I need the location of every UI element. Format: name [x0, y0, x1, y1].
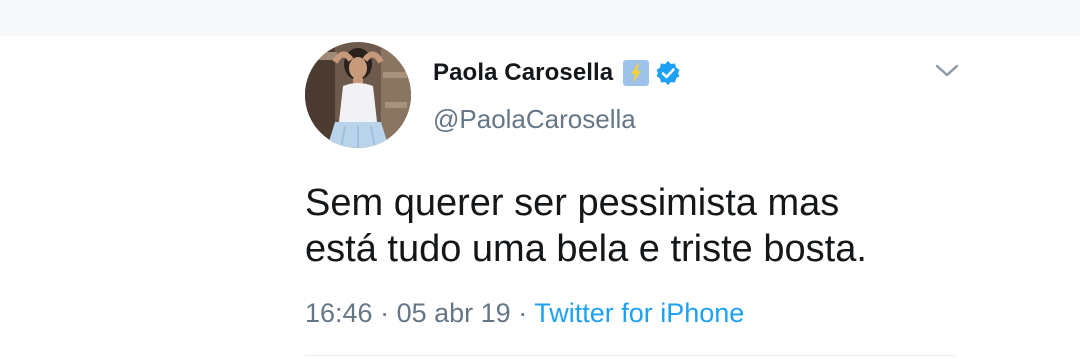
display-name-row: Paola Carosella [433, 56, 681, 90]
tweet-date[interactable]: 05 abr 19 [397, 298, 511, 328]
tweet-text: Sem querer ser pessimista mas está tudo … [305, 180, 1005, 272]
meta-separator: · [518, 298, 528, 328]
handle[interactable]: @PaolaCarosella [433, 104, 636, 135]
top-strip [0, 0, 1080, 36]
chevron-down-icon[interactable] [934, 60, 960, 80]
meta-separator: · [380, 298, 390, 328]
divider [305, 355, 955, 356]
tweet-source-link[interactable]: Twitter for iPhone [534, 298, 744, 328]
verified-badge-icon [655, 60, 681, 86]
display-name[interactable]: Paola Carosella [433, 59, 613, 87]
high-voltage-emoji-icon [623, 60, 650, 86]
tweet-text-line: Sem querer ser pessimista mas [305, 182, 840, 224]
tweet-meta: 16:46 · 05 abr 19 · Twitter for iPhone [305, 298, 744, 329]
avatar[interactable] [305, 42, 411, 148]
tweet-time[interactable]: 16:46 [305, 298, 373, 328]
tweet-text-line: está tudo uma bela e triste bosta. [305, 228, 867, 270]
avatar-image [305, 42, 411, 148]
